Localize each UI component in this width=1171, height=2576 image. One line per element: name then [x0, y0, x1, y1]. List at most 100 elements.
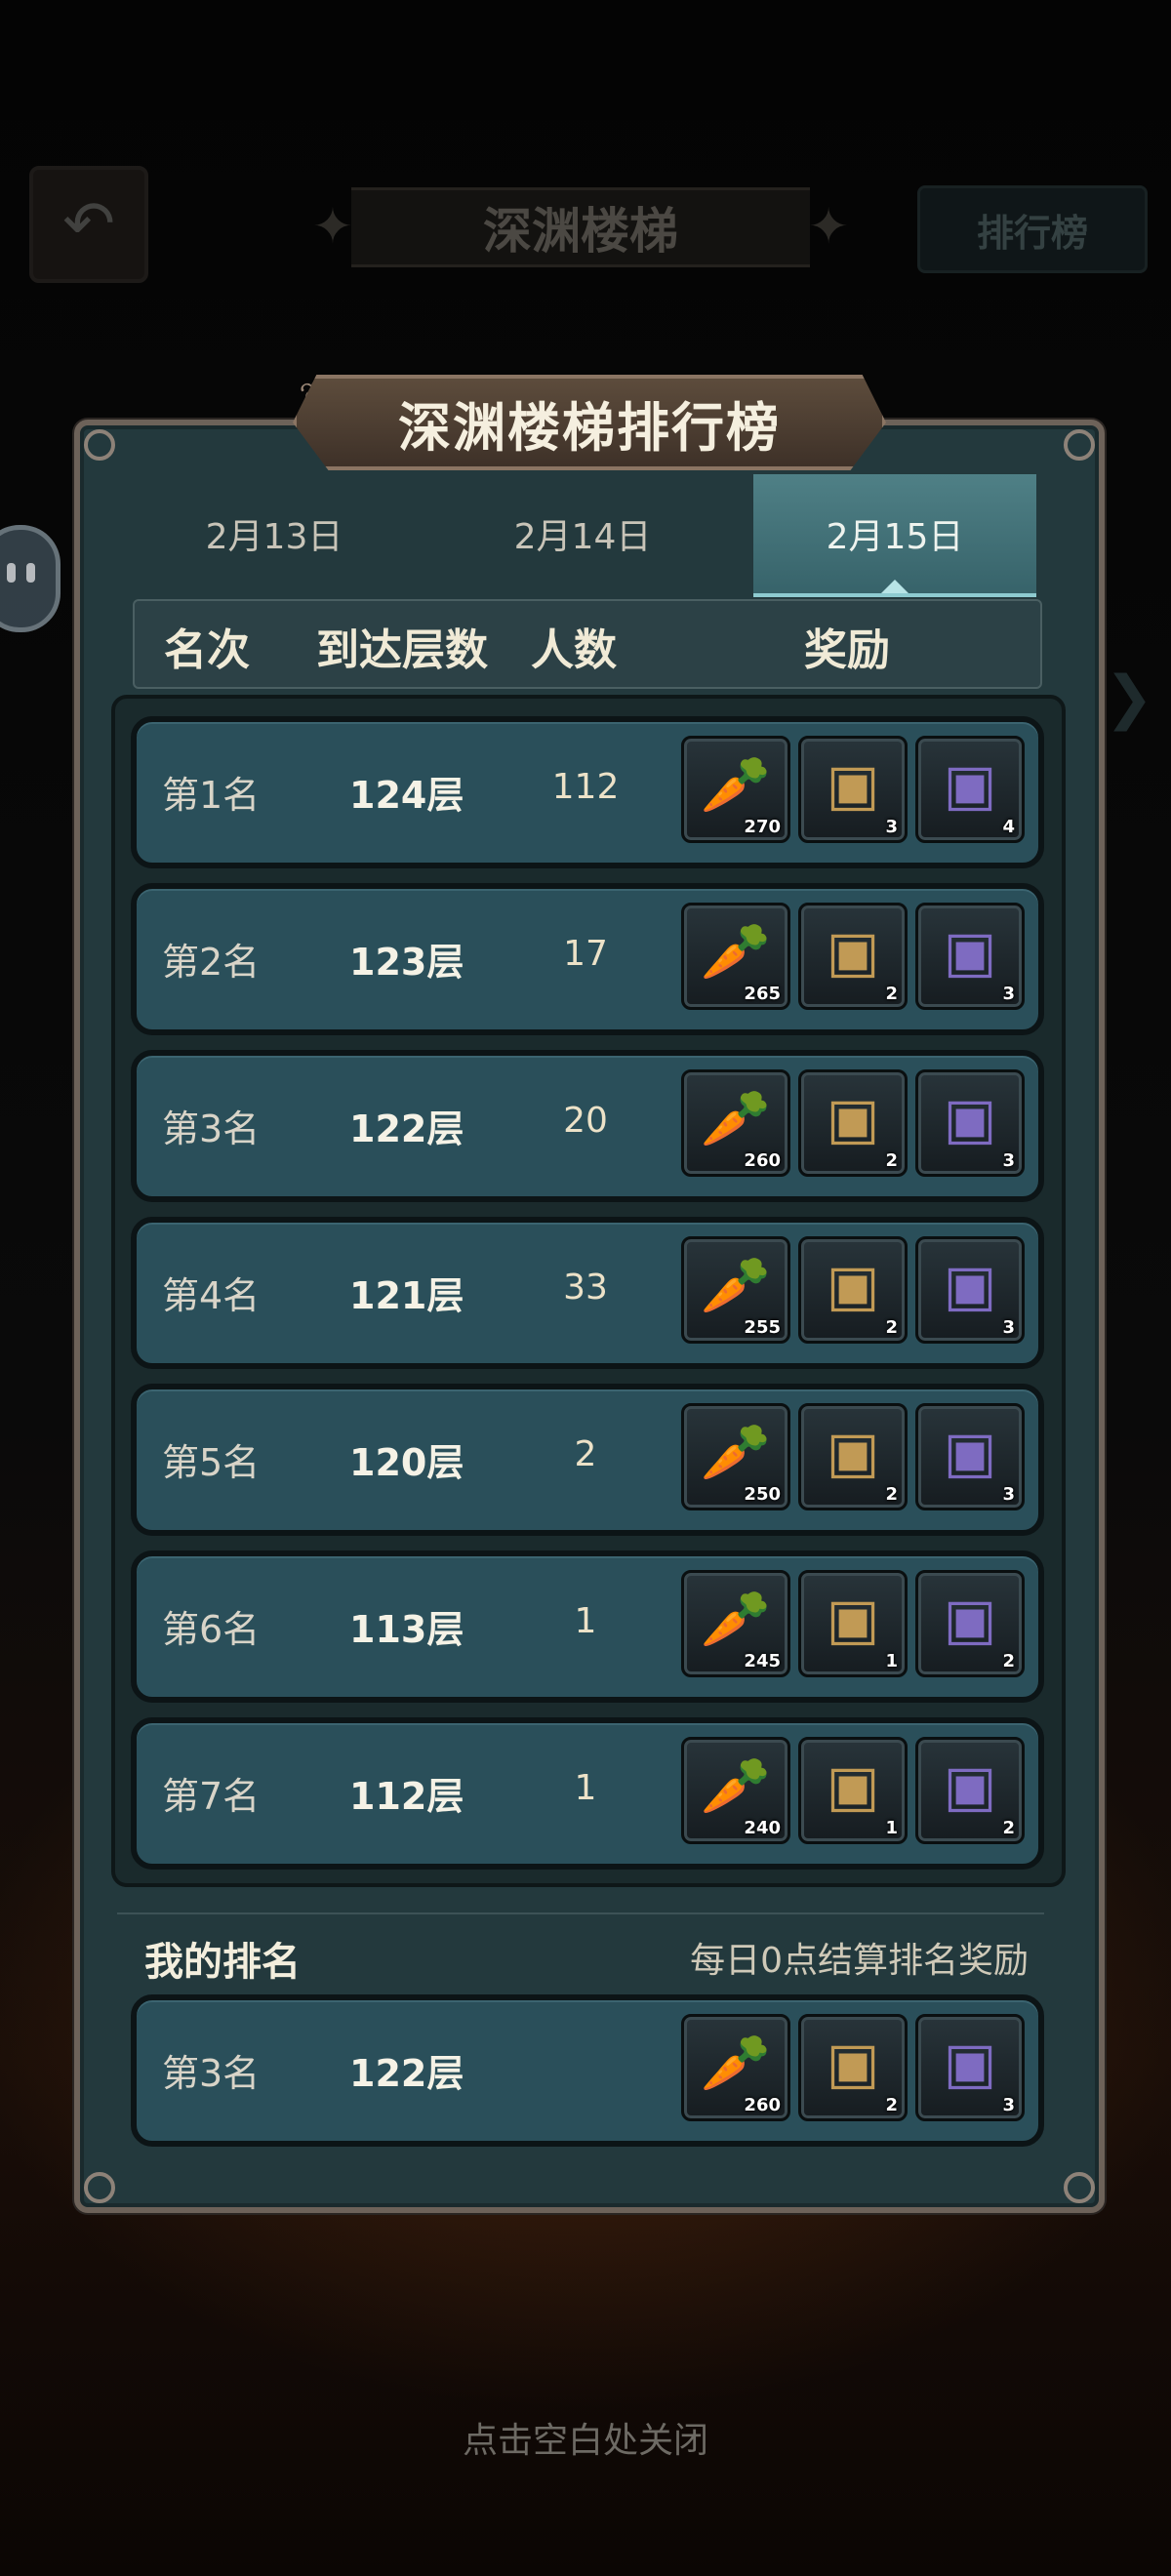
my-rank-label: 我的排名 — [144, 1940, 301, 1985]
floor-value: 124层 — [349, 774, 464, 817]
reward-slot[interactable]: 🥕 255 — [681, 1236, 790, 1344]
reward-count: 3 — [1002, 1484, 1015, 1505]
purple-chest-icon: ▣ — [943, 918, 997, 985]
ranking-row: 第3名 122层 20 🥕 260 ▣ 2 ▣ 3 — [131, 1050, 1044, 1202]
corner-ornament-icon — [84, 429, 115, 461]
reward-count: 3 — [1002, 2095, 1015, 2115]
floor-value: 123层 — [349, 941, 464, 984]
reward-slot[interactable]: 🥕 260 — [681, 1069, 790, 1177]
carrot-icon: 🥕 — [700, 1252, 772, 1318]
floor-value: 121层 — [349, 1274, 464, 1317]
ranking-row: 第7名 112层 1 🥕 240 ▣ 1 ▣ 2 — [131, 1717, 1044, 1870]
reward-count: 255 — [744, 1317, 781, 1338]
close-hint[interactable]: 点击空白处关闭 — [0, 2412, 1171, 2463]
reward-slot[interactable]: ▣ 2 — [915, 1737, 1025, 1844]
reward-slot[interactable]: ▣ 1 — [798, 1570, 908, 1677]
carrot-icon: 🥕 — [700, 1085, 772, 1151]
reward-slot[interactable]: ▣ 1 — [798, 1737, 908, 1844]
reward-slot[interactable]: ▣ 2 — [798, 903, 908, 1010]
column-floor: 到达层数 — [316, 625, 488, 675]
reward-count: 260 — [744, 2095, 781, 2115]
reward-slot[interactable]: ▣ 2 — [798, 1236, 908, 1344]
reward-count: 2 — [885, 984, 898, 1004]
reward-slot[interactable]: ▣ 3 — [915, 1069, 1025, 1177]
people-count: 1 — [574, 1768, 597, 1808]
reward-slot[interactable]: ▣ 2 — [798, 2014, 908, 2121]
reward-count: 270 — [744, 817, 781, 837]
floor-value: 120层 — [349, 1441, 464, 1484]
carrot-icon: 🥕 — [700, 918, 772, 985]
reward-slot[interactable]: 🥕 265 — [681, 903, 790, 1010]
rank-label: 第7名 — [162, 1775, 261, 1818]
reward-slot[interactable]: ▣ 3 — [915, 1403, 1025, 1510]
rank-label: 第4名 — [162, 1274, 261, 1317]
people-count: 33 — [563, 1268, 608, 1308]
rank-label: 第5名 — [162, 1441, 261, 1484]
dimmed-scene-header: ↶ 深渊楼梯 排行榜 — [0, 156, 1171, 283]
reward-count: 2 — [885, 1150, 898, 1171]
corner-ornament-icon — [1064, 2172, 1095, 2203]
carrot-icon: 🥕 — [700, 1586, 772, 1652]
reward-count: 3 — [1002, 1150, 1015, 1171]
reward-count: 3 — [1002, 984, 1015, 1004]
reward-count: 2 — [1002, 1651, 1015, 1671]
my-rank-row: 第3名 122层 🥕 260 ▣ 2 ▣ 3 — [131, 1994, 1044, 2147]
tab-feb-14[interactable]: 2月14日 — [441, 474, 724, 593]
reward-slot[interactable]: ▣ 3 — [915, 1236, 1025, 1344]
my-floor: 122层 — [349, 2052, 464, 2095]
reward-slot[interactable]: ▣ 2 — [798, 1069, 908, 1177]
date-tabs: 2月13日 2月14日 2月15日 — [133, 474, 1038, 597]
back-arrow-icon: ↶ — [62, 188, 115, 261]
reward-count: 3 — [885, 817, 898, 837]
reward-count: 260 — [744, 1150, 781, 1171]
reward-slot[interactable]: 🥕 250 — [681, 1403, 790, 1510]
reward-count: 3 — [1002, 1317, 1015, 1338]
back-button: ↶ — [29, 166, 148, 283]
reward-slot[interactable]: ▣ 2 — [915, 1570, 1025, 1677]
ranking-row: 第1名 124层 112 🥕 270 ▣ 3 ▣ 4 — [131, 716, 1044, 868]
people-count: 20 — [563, 1101, 608, 1141]
rank-label: 第2名 — [162, 941, 261, 984]
corner-ornament-icon — [84, 2172, 115, 2203]
ranking-row: 第5名 120层 2 🥕 250 ▣ 2 ▣ 3 — [131, 1384, 1044, 1536]
purple-chest-icon: ▣ — [943, 1085, 997, 1151]
purple-chest-icon: ▣ — [943, 1752, 997, 1819]
reward-slot[interactable]: 🥕 245 — [681, 1570, 790, 1677]
carrot-icon: 🥕 — [700, 751, 772, 818]
reward-count: 2 — [885, 2095, 898, 2115]
reward-count: 1 — [885, 1818, 898, 1838]
treasure-chest-icon: ▣ — [826, 2030, 880, 2096]
rank-label: 第1名 — [162, 774, 261, 817]
reward-count: 1 — [885, 1651, 898, 1671]
people-count: 2 — [574, 1434, 597, 1474]
reward-count: 2 — [1002, 1818, 1015, 1838]
scene-title: 深渊楼梯 — [312, 187, 849, 267]
reward-slot[interactable]: 🥕 270 — [681, 736, 790, 843]
tab-feb-13[interactable]: 2月13日 — [133, 474, 416, 593]
reward-slot[interactable]: ▣ 4 — [915, 736, 1025, 843]
reward-slot[interactable]: ▣ 3 — [798, 736, 908, 843]
carrot-icon: 🥕 — [700, 1752, 772, 1819]
column-rank: 名次 — [164, 625, 250, 675]
reward-slot[interactable]: ▣ 3 — [915, 903, 1025, 1010]
purple-chest-icon: ▣ — [943, 751, 997, 818]
treasure-chest-icon: ▣ — [826, 918, 880, 985]
reward-slot[interactable]: ▣ 3 — [915, 2014, 1025, 2121]
reward-slot[interactable]: 🥕 260 — [681, 2014, 790, 2121]
side-avatar-icon — [0, 525, 61, 632]
people-count: 1 — [574, 1601, 597, 1641]
settle-note: 每日0点结算排名奖励 — [690, 1941, 1029, 1981]
reward-slot[interactable]: 🥕 240 — [681, 1737, 790, 1844]
column-header: 名次 到达层数 人数 奖励 — [133, 599, 1042, 689]
reward-count: 4 — [1002, 817, 1015, 837]
treasure-chest-icon: ▣ — [826, 1252, 880, 1318]
side-arrow-icon: ❯ — [1105, 664, 1154, 732]
purple-chest-icon: ▣ — [943, 1252, 997, 1318]
treasure-chest-icon: ▣ — [826, 751, 880, 818]
tab-feb-15[interactable]: 2月15日 — [753, 474, 1036, 597]
rank-label: 第3名 — [162, 1107, 261, 1150]
treasure-chest-icon: ▣ — [826, 1085, 880, 1151]
purple-chest-icon: ▣ — [943, 2030, 997, 2096]
reward-count: 240 — [744, 1818, 781, 1838]
reward-slot[interactable]: ▣ 2 — [798, 1403, 908, 1510]
